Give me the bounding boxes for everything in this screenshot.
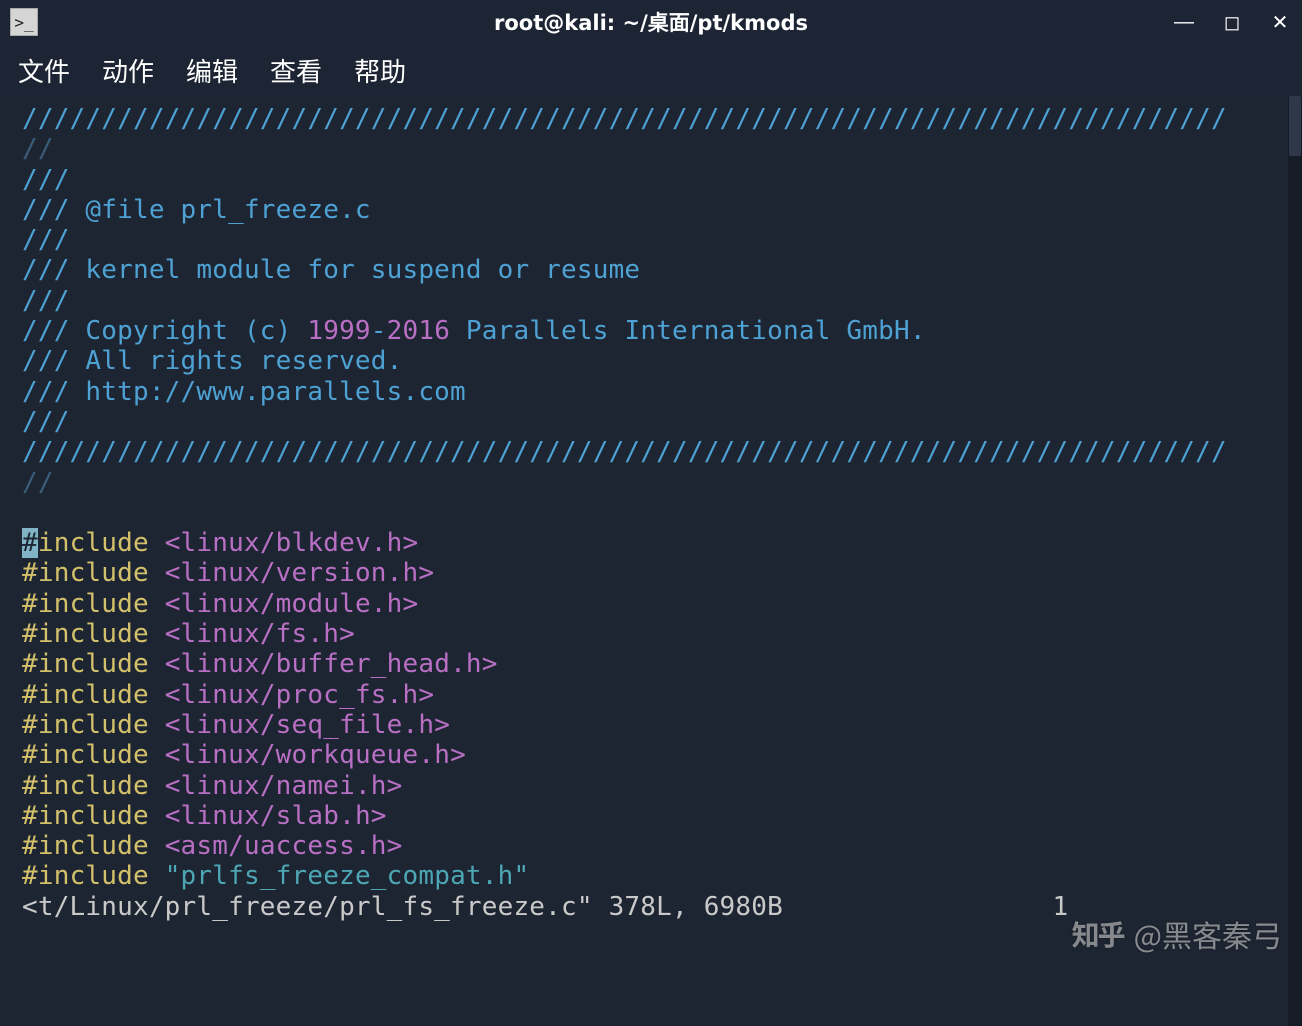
- comment-line: /// Copyright (c): [22, 316, 307, 346]
- preproc-keyword: #include: [22, 710, 149, 740]
- vim-status-pos: 1: [1052, 892, 1068, 922]
- include-header: <asm/uaccess.h>: [165, 831, 403, 861]
- preproc-keyword: #include: [22, 680, 149, 710]
- terminal-app-icon: >_: [10, 8, 38, 36]
- editor-text[interactable]: ////////////////////////////////////////…: [22, 104, 1296, 922]
- include-header: <linux/buffer_head.h>: [165, 649, 498, 679]
- preproc-keyword: include: [38, 528, 149, 558]
- comment-line: /// kernel module for suspend or resume: [22, 255, 640, 285]
- include-header: <linux/fs.h>: [165, 619, 355, 649]
- preproc-keyword: #include: [22, 649, 149, 679]
- preproc-keyword: #include: [22, 589, 149, 619]
- watermark-author: @黑客秦弓: [1134, 912, 1282, 956]
- dash: -: [371, 316, 387, 346]
- watermark: 知乎 @黑客秦弓: [1072, 912, 1282, 956]
- window-title: root@kali: ~/桌面/pt/kmods: [0, 7, 1302, 37]
- scrollbar-thumb[interactable]: [1289, 96, 1301, 156]
- include-header: "prlfs_freeze_compat.h": [165, 861, 530, 891]
- window-controls: — ◻ ✕: [1172, 10, 1292, 35]
- comment-line: /// @file prl_freeze.c: [22, 195, 371, 225]
- comment-line: ///: [22, 225, 70, 255]
- include-header: <linux/slab.h>: [165, 801, 387, 831]
- include-header: <linux/proc_fs.h>: [165, 680, 435, 710]
- cursor: #: [22, 528, 38, 558]
- terminal-content[interactable]: ////////////////////////////////////////…: [0, 96, 1302, 1026]
- menu-help[interactable]: 帮助: [354, 52, 406, 89]
- include-header: <linux/blkdev.h>: [165, 528, 419, 558]
- close-button[interactable]: ✕: [1268, 10, 1292, 35]
- menubar: 文件 动作 编辑 查看 帮助: [0, 44, 1302, 96]
- scrollbar[interactable]: [1288, 96, 1302, 1026]
- preproc-keyword: #include: [22, 861, 149, 891]
- menu-view[interactable]: 查看: [270, 52, 322, 89]
- include-header: <linux/version.h>: [165, 558, 435, 588]
- minimize-button[interactable]: —: [1172, 11, 1196, 34]
- comment-line: ///: [22, 165, 70, 195]
- comment-line: ////////////////////////////////////////…: [22, 437, 1227, 467]
- include-header: <linux/module.h>: [165, 589, 419, 619]
- preproc-keyword: #include: [22, 740, 149, 770]
- comment-line: /// All rights reserved.: [22, 346, 402, 376]
- zhihu-logo-icon: 知乎: [1072, 914, 1124, 954]
- comment-line: /// http://www.parallels.com: [22, 377, 466, 407]
- include-header: <linux/seq_file.h>: [165, 710, 450, 740]
- comment-line: ///: [22, 286, 70, 316]
- vim-status-line: <t/Linux/prl_freeze/prl_fs_freeze.c" 378…: [22, 892, 783, 922]
- preproc-keyword: #include: [22, 831, 149, 861]
- comment-line: Parallels International GmbH.: [450, 316, 926, 346]
- titlebar: >_ root@kali: ~/桌面/pt/kmods — ◻ ✕: [0, 0, 1302, 44]
- comment-line: //: [22, 468, 54, 498]
- comment-line: ///: [22, 407, 70, 437]
- preproc-keyword: #include: [22, 619, 149, 649]
- comment-line: //: [22, 134, 54, 164]
- preproc-keyword: #include: [22, 801, 149, 831]
- preproc-keyword: #include: [22, 558, 149, 588]
- year: 1999: [307, 316, 370, 346]
- year: 2016: [387, 316, 450, 346]
- maximize-button[interactable]: ◻: [1220, 10, 1244, 35]
- menu-file[interactable]: 文件: [18, 52, 70, 89]
- include-header: <linux/workqueue.h>: [165, 740, 466, 770]
- menu-action[interactable]: 动作: [102, 52, 154, 89]
- menu-edit[interactable]: 编辑: [186, 52, 238, 89]
- include-header: <linux/namei.h>: [165, 771, 403, 801]
- preproc-keyword: #include: [22, 771, 149, 801]
- comment-line: ////////////////////////////////////////…: [22, 104, 1227, 134]
